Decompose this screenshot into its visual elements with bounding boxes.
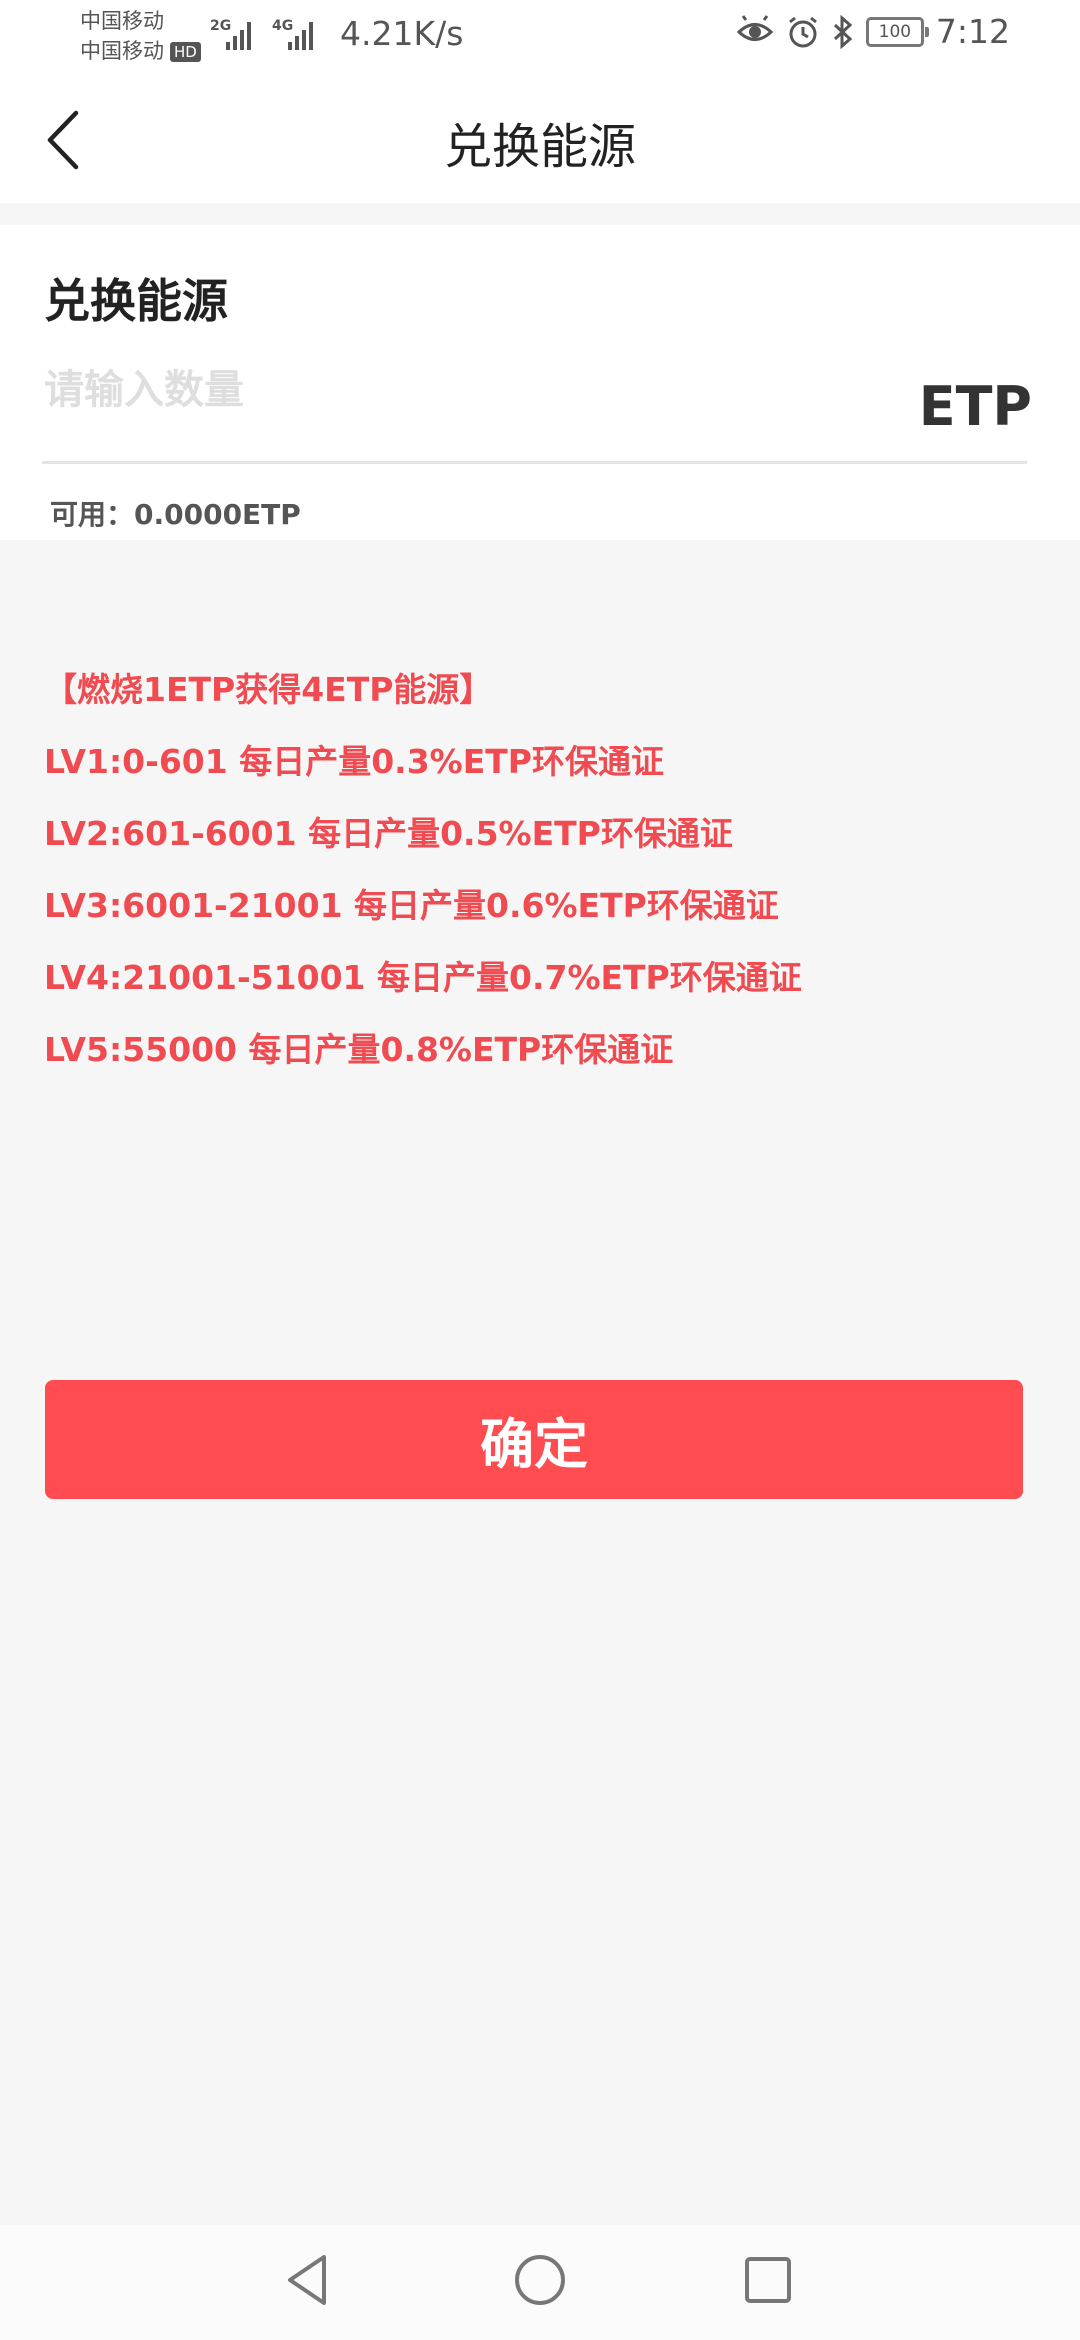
form-title: 兑换能源	[44, 274, 228, 328]
alarm-icon	[788, 16, 817, 47]
status-icons: 100 7:12	[736, 12, 1010, 51]
system-back-button[interactable]	[274, 2245, 344, 2315]
back-triangle-icon	[288, 2255, 326, 2305]
recents-square-icon	[745, 2257, 791, 2303]
home-circle-icon	[515, 2255, 565, 2305]
input-divider	[42, 461, 1027, 464]
exchange-form: 兑换能源 ETP 可用：0.0000ETP	[0, 225, 1080, 540]
system-home-button[interactable]	[505, 2245, 575, 2315]
energy-rules: 【燃烧1ETP获得4ETP能源】 LV1:0-601 每日产量0.3%ETP环保…	[44, 664, 802, 1096]
rule-level-4: LV4:21001-51001 每日产量0.7%ETP环保通证	[44, 958, 802, 997]
signal-bars	[226, 22, 251, 50]
eye-comfort-icon	[736, 14, 774, 41]
carrier-name-2: 中国移动	[80, 39, 164, 63]
hd-badge: HD	[170, 42, 201, 62]
status-bar: 中国移动 中国移动 HD 2G 4G 4.21K/s 100 7:12	[0, 0, 1080, 75]
signal-4g-icon: 4G	[272, 18, 320, 50]
rule-level-3: LV3:6001-21001 每日产量0.6%ETP环保通证	[44, 886, 779, 925]
available-balance: 可用：0.0000ETP	[50, 498, 301, 531]
signal-bars	[288, 22, 313, 50]
amount-input[interactable]	[44, 355, 874, 425]
system-recents-button[interactable]	[733, 2245, 803, 2315]
nav-bar: 兑换能源	[0, 75, 1080, 203]
unit-label: ETP	[918, 375, 1032, 438]
confirm-button[interactable]: 确定	[45, 1380, 1023, 1499]
rule-level-2: LV2:601-6001 每日产量0.5%ETP环保通证	[44, 814, 733, 853]
carrier-name-1: 中国移动	[80, 9, 164, 33]
rule-level-1: LV1:0-601 每日产量0.3%ETP环保通证	[44, 742, 664, 781]
carrier-row-2: 中国移动 HD	[80, 36, 201, 66]
clock: 7:12	[935, 12, 1010, 51]
system-nav-bar	[0, 2225, 1080, 2340]
rules-headline: 【燃烧1ETP获得4ETP能源】	[44, 670, 493, 709]
rule-level-5: LV5:55000 每日产量0.8%ETP环保通证	[44, 1030, 674, 1069]
battery-indicator: 100	[865, 16, 929, 47]
page-title: 兑换能源	[443, 119, 636, 175]
carrier-info: 中国移动 中国移动 HD	[80, 6, 201, 66]
signal-2g-icon: 2G	[210, 18, 258, 50]
network-speed: 4.21K/s	[340, 14, 464, 53]
bluetooth-icon	[833, 14, 853, 49]
